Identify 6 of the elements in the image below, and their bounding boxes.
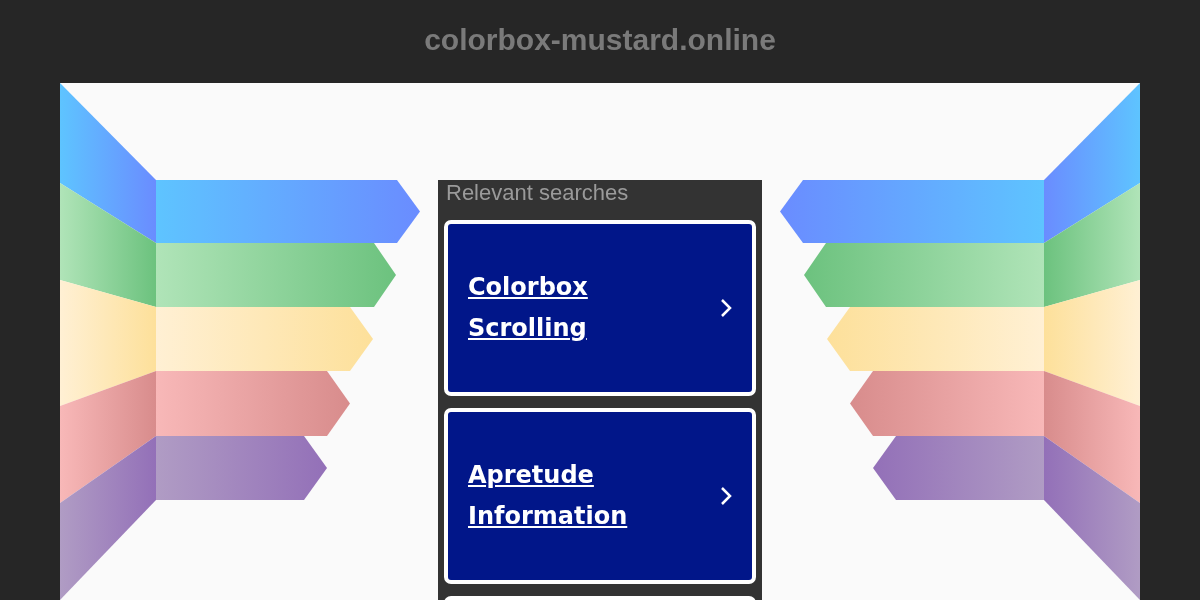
panel-title: Relevant searches xyxy=(445,180,630,207)
search-link[interactable]: Apretude Information xyxy=(444,408,756,584)
chevron-right-icon xyxy=(720,298,732,318)
search-link[interactable]: Colorbox Scrolling xyxy=(444,220,756,396)
chevron-right-icon xyxy=(720,486,732,506)
domain-title: colorbox-mustard.online xyxy=(424,22,776,57)
